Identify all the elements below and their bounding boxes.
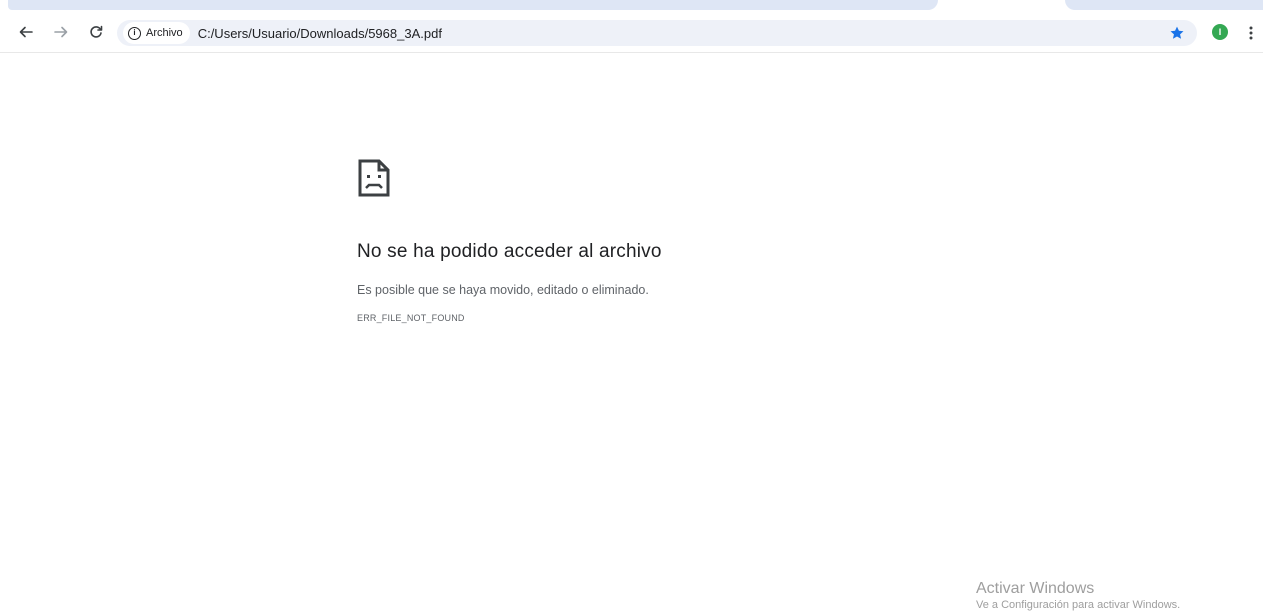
star-icon [1170, 26, 1184, 39]
error-code: ERR_FILE_NOT_FOUND [357, 313, 465, 323]
forward-button[interactable] [47, 18, 75, 46]
reload-icon [90, 25, 103, 38]
tab-active-edge[interactable] [8, 0, 938, 10]
menu-button[interactable] [1244, 20, 1258, 46]
tab-strip [0, 0, 1263, 12]
watermark-subtitle: Ve a Configuración para activar Windows. [976, 599, 1181, 611]
sad-document-icon [358, 159, 390, 197]
site-info-chip[interactable]: i Archivo [123, 22, 190, 44]
url-text[interactable]: C:/Users/Usuario/Downloads/5968_3A.pdf [198, 26, 442, 41]
tab-inactive-edge[interactable] [1065, 0, 1263, 10]
reload-button[interactable] [82, 18, 110, 46]
profile-avatar[interactable]: I [1212, 24, 1228, 40]
arrow-right-icon [54, 26, 68, 38]
watermark-title: Activar Windows [976, 580, 1095, 597]
error-content: No se ha podido acceder al archivo Es po… [357, 158, 957, 323]
windows-activation-watermark: Activar Windows Ve a Configuración para … [976, 580, 1180, 612]
browser-window: i Archivo C:/Users/Usuario/Downloads/596… [0, 0, 1263, 615]
back-button[interactable] [12, 18, 40, 46]
arrow-left-icon [19, 26, 33, 38]
error-description: Es posible que se haya movido, editado o… [357, 283, 649, 297]
bookmark-button[interactable] [1164, 20, 1190, 46]
address-bar[interactable]: i Archivo C:/Users/Usuario/Downloads/596… [117, 20, 1197, 46]
info-icon: i [128, 26, 141, 40]
three-dots-vertical-icon [1249, 26, 1253, 40]
browser-toolbar: i Archivo C:/Users/Usuario/Downloads/596… [0, 12, 1263, 53]
security-chip-label: Archivo [146, 27, 183, 39]
error-title: No se ha podido acceder al archivo [357, 241, 662, 262]
